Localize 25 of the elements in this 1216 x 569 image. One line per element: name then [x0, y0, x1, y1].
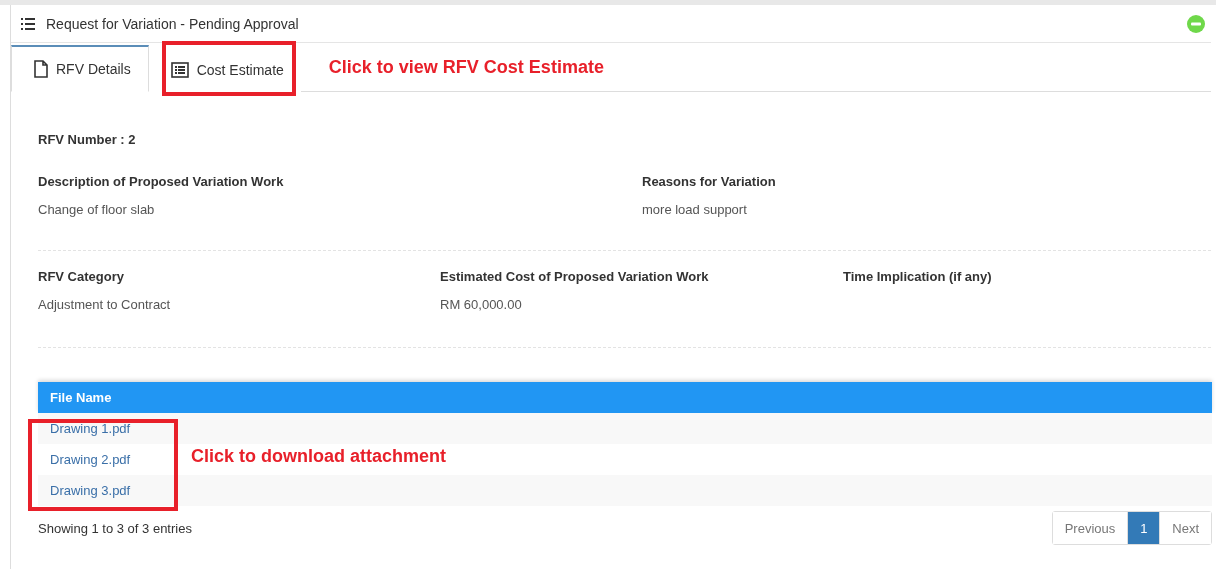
field-label: Estimated Cost of Proposed Variation Work: [440, 268, 710, 286]
field-value: Adjustment to Contract: [38, 296, 172, 314]
rfv-number: RFV Number : 2: [38, 131, 137, 149]
annotation-text: Click to download attachment: [191, 446, 447, 467]
list-box-icon: [170, 61, 189, 78]
panel-title: Request for Variation - Pending Approval: [46, 15, 299, 32]
page-button[interactable]: 1: [1127, 512, 1160, 544]
field-label: RFV Category: [38, 268, 125, 286]
pagination-button[interactable]: Next: [1159, 512, 1211, 544]
column-header: File Name: [49, 390, 112, 405]
field-value: more load support: [642, 201, 748, 219]
annotation-text: Click to view RFV Cost Estimate: [328, 56, 604, 78]
tab[interactable]: RFV Details: [11, 45, 149, 92]
field-label: Description of Proposed Variation Work: [38, 173, 285, 191]
file-link[interactable]: Drawing 1.pdf: [50, 421, 131, 436]
list-icon: [21, 17, 35, 30]
entries-info: Showing 1 to 3 of 3 entries: [38, 520, 192, 536]
file-link[interactable]: Drawing 2.pdf: [50, 452, 131, 467]
field-label: Reasons for Variation: [642, 173, 777, 191]
field-label: Time Implication (if any): [843, 268, 993, 286]
field-value: Change of floor slab: [38, 201, 156, 219]
file-link[interactable]: Drawing 3.pdf: [50, 483, 131, 498]
collapse-icon[interactable]: [1187, 14, 1205, 33]
document-icon: [34, 60, 48, 78]
field-value: RM 60,000.00: [440, 296, 523, 314]
